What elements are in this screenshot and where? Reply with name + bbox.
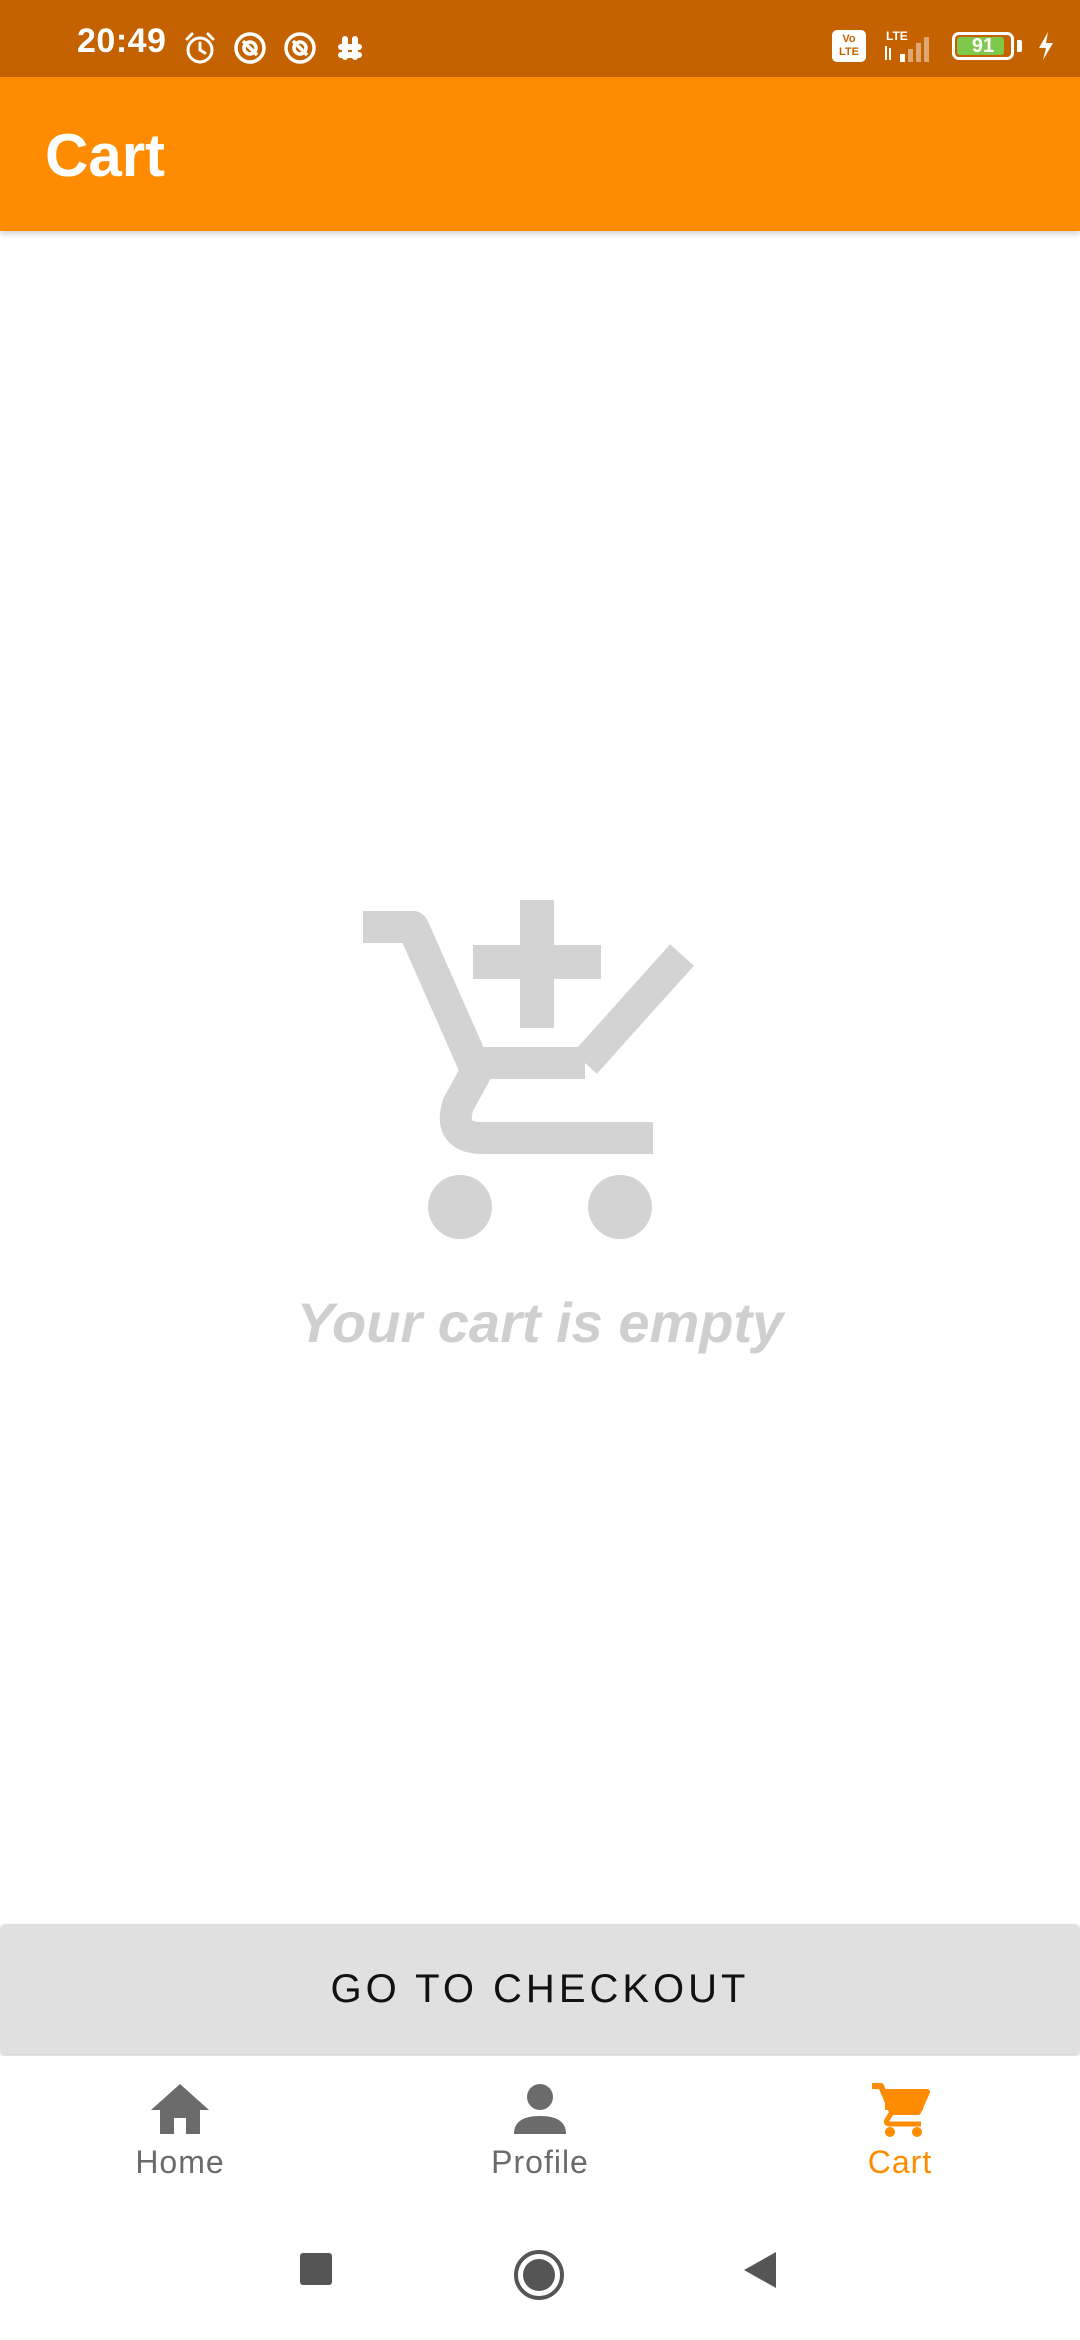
recents-button[interactable] bbox=[299, 2252, 333, 2286]
notification-app-icon bbox=[284, 32, 316, 64]
slack-icon bbox=[338, 36, 362, 60]
bottom-navigation: Home Profile Cart bbox=[0, 2056, 1080, 2206]
network-type-label: LTE bbox=[886, 29, 908, 43]
nav-item-profile[interactable]: Profile bbox=[360, 2080, 720, 2181]
home-button[interactable] bbox=[512, 2248, 566, 2302]
status-time: 20:49 bbox=[77, 22, 167, 60]
nav-item-cart[interactable]: Cart bbox=[720, 2080, 1080, 2181]
notification-icons bbox=[182, 30, 368, 66]
nav-label-home: Home bbox=[135, 2144, 225, 2180]
home-icon bbox=[151, 2084, 209, 2134]
nav-label-cart: Cart bbox=[867, 2144, 933, 2180]
status-bar: 20:49 Vo LTE LTE 91 bbox=[0, 0, 1080, 77]
page-title: Cart bbox=[45, 122, 166, 189]
battery-nub bbox=[1017, 40, 1022, 52]
empty-cart-message: Your cart is empty bbox=[296, 1291, 784, 1354]
volte-icon: Vo LTE bbox=[832, 30, 866, 62]
battery-level: 91 bbox=[971, 34, 995, 57]
cart-screen: 20:49 Vo LTE LTE 91 Cart Your cart is em… bbox=[0, 0, 1080, 2340]
signal-icon: LTE bbox=[885, 29, 929, 62]
add-to-cart-icon bbox=[363, 900, 694, 1239]
back-button[interactable] bbox=[740, 2250, 780, 2290]
charging-icon bbox=[1039, 32, 1053, 60]
system-status-icons: Vo LTE LTE 91 bbox=[832, 28, 1056, 64]
cart-icon bbox=[872, 2083, 930, 2137]
battery-indicator: 91 bbox=[952, 32, 1014, 60]
person-icon bbox=[514, 2084, 566, 2134]
nav-label-profile: Profile bbox=[491, 2144, 589, 2180]
go-to-checkout-button[interactable]: GO TO CHECKOUT bbox=[0, 1924, 1080, 2054]
system-navigation-bar bbox=[0, 2206, 1080, 2340]
app-bar: Cart bbox=[0, 77, 1080, 231]
nav-item-home[interactable]: Home bbox=[0, 2080, 360, 2181]
alarm-icon bbox=[185, 32, 215, 64]
notification-app-icon bbox=[234, 32, 266, 64]
